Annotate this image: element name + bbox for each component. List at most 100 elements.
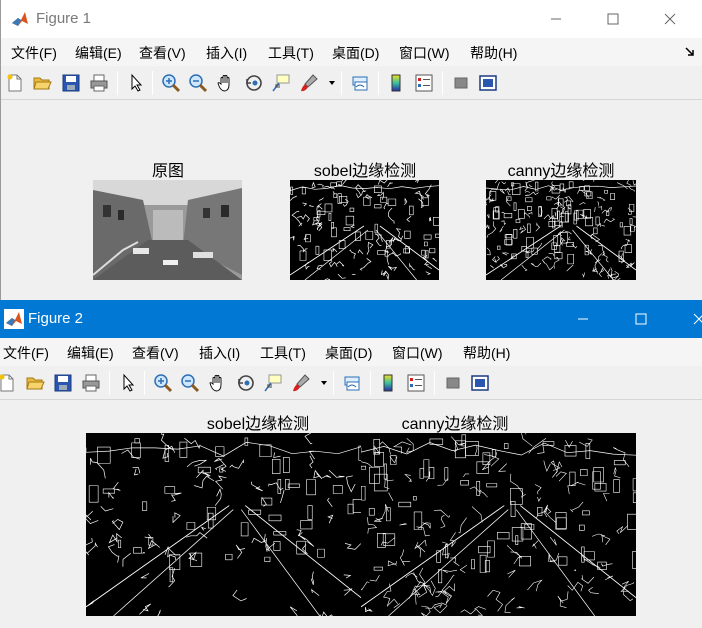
matlab-logo-icon: [4, 309, 24, 329]
brush-button[interactable]: [299, 73, 319, 93]
menu-file[interactable]: 文件(F): [11, 43, 57, 63]
rotate-3d-button[interactable]: [244, 73, 264, 93]
rotate-3d-icon: [246, 75, 262, 91]
pointer-button[interactable]: [118, 373, 138, 393]
dock-arrow-icon[interactable]: [685, 47, 695, 57]
zoom-in-button[interactable]: [161, 73, 181, 93]
show-plot-tools-icon: [479, 75, 497, 91]
hide-plot-tools-button[interactable]: [443, 373, 463, 393]
pan-button[interactable]: [208, 373, 228, 393]
menu-help[interactable]: 帮助(H): [463, 343, 510, 363]
hide-plot-tools-button[interactable]: [451, 73, 471, 93]
zoom-out-button[interactable]: [180, 373, 200, 393]
minimize-button[interactable]: [560, 300, 606, 338]
menu-tools[interactable]: 工具(T): [268, 43, 314, 63]
data-cursor-icon: [272, 74, 290, 92]
window-title: Figure 1: [36, 10, 92, 27]
menu-help[interactable]: 帮助(H): [470, 43, 517, 63]
rotate-3d-button[interactable]: [236, 373, 256, 393]
axes-title-original: 原图: [151, 163, 185, 180]
show-plot-tools-icon: [471, 375, 489, 391]
close-button[interactable]: [647, 0, 693, 38]
zoom-in-button[interactable]: [153, 373, 173, 393]
brush-dropdown-icon[interactable]: [321, 381, 327, 385]
maximize-button[interactable]: [590, 0, 636, 38]
menu-window[interactable]: 窗口(W): [399, 43, 450, 63]
figure1-menubar: 文件(F) 编辑(E) 查看(V) 插入(I) 工具(T) 桌面(D) 窗口(W…: [1, 38, 702, 66]
figure1-window: Figure 1 文件(F) 编辑(E) 查看(V) 插入(I) 工具(T) 桌…: [0, 0, 702, 300]
new-figure-button[interactable]: [0, 373, 17, 393]
original-image[interactable]: [93, 180, 242, 280]
show-plot-tools-button[interactable]: [478, 73, 498, 93]
print-button[interactable]: [81, 373, 101, 393]
menu-insert[interactable]: 插入(I): [206, 43, 247, 63]
brush-icon: [293, 374, 310, 392]
pointer-icon: [123, 373, 135, 392]
figure2-menubar: 文件(F) 编辑(E) 查看(V) 插入(I) 工具(T) 桌面(D) 窗口(W…: [0, 338, 702, 366]
rotate-3d-icon: [238, 375, 254, 391]
figure2-titlebar[interactable]: Figure 2: [0, 300, 702, 338]
print-icon: [82, 374, 100, 392]
zoom-out-icon: [189, 74, 208, 93]
menu-edit[interactable]: 编辑(E): [67, 343, 114, 363]
data-cursor-button[interactable]: [271, 73, 291, 93]
open-file-icon: [26, 377, 45, 390]
data-cursor-icon: [264, 374, 282, 392]
hide-plot-tools-icon: [454, 77, 468, 89]
colorbar-button[interactable]: [386, 73, 406, 93]
save-icon: [62, 74, 80, 92]
menu-desktop[interactable]: 桌面(D): [332, 43, 379, 63]
data-cursor-button[interactable]: [263, 373, 283, 393]
zoom-in-icon: [154, 374, 173, 393]
menu-tools[interactable]: 工具(T): [260, 343, 306, 363]
open-file-button[interactable]: [32, 73, 52, 93]
zoom-in-icon: [162, 74, 181, 93]
axes-title-sobel: sobel边缘检测: [206, 416, 310, 433]
save-button[interactable]: [53, 373, 73, 393]
hide-plot-tools-icon: [446, 377, 460, 389]
link-plot-icon: [344, 376, 360, 391]
legend-icon: [407, 374, 425, 392]
save-icon: [54, 374, 72, 392]
brush-dropdown-icon[interactable]: [329, 81, 335, 85]
close-button[interactable]: [676, 300, 702, 338]
pan-hand-icon: [217, 75, 230, 92]
minimize-button[interactable]: [533, 0, 579, 38]
sobel-edge-image[interactable]: [290, 180, 439, 280]
print-button[interactable]: [89, 73, 109, 93]
legend-icon: [415, 74, 433, 92]
menu-edit[interactable]: 编辑(E): [75, 43, 122, 63]
axes-title-sobel: sobel边缘检测: [313, 163, 417, 180]
menu-file[interactable]: 文件(F): [3, 343, 49, 363]
pointer-button[interactable]: [126, 73, 146, 93]
figure1-titlebar[interactable]: Figure 1: [1, 0, 702, 38]
figure1-toolbar: [1, 66, 702, 100]
window-title: Figure 2: [28, 310, 84, 327]
brush-icon: [301, 74, 318, 92]
matlab-logo-icon: [10, 9, 30, 29]
link-plot-button[interactable]: [342, 373, 362, 393]
colorbar-button[interactable]: [378, 373, 398, 393]
maximize-button[interactable]: [618, 300, 664, 338]
link-plot-button[interactable]: [350, 73, 370, 93]
zoom-out-button[interactable]: [188, 73, 208, 93]
menu-insert[interactable]: 插入(I): [199, 343, 240, 363]
canny-edge-image[interactable]: [486, 180, 636, 280]
legend-button[interactable]: [414, 73, 434, 93]
show-plot-tools-button[interactable]: [470, 373, 490, 393]
menu-view[interactable]: 查看(V): [139, 43, 186, 63]
maximize-icon: [607, 13, 619, 25]
menu-desktop[interactable]: 桌面(D): [325, 343, 372, 363]
link-plot-icon: [352, 76, 368, 91]
pan-button[interactable]: [216, 73, 236, 93]
menu-window[interactable]: 窗口(W): [392, 343, 443, 363]
new-figure-button[interactable]: [5, 73, 25, 93]
edge-comparison-image[interactable]: [86, 433, 636, 616]
menu-view[interactable]: 查看(V): [132, 343, 179, 363]
open-file-button[interactable]: [25, 373, 45, 393]
brush-button[interactable]: [291, 373, 311, 393]
legend-button[interactable]: [406, 373, 426, 393]
pointer-icon: [131, 73, 143, 92]
save-button[interactable]: [61, 73, 81, 93]
close-icon: [664, 13, 676, 25]
